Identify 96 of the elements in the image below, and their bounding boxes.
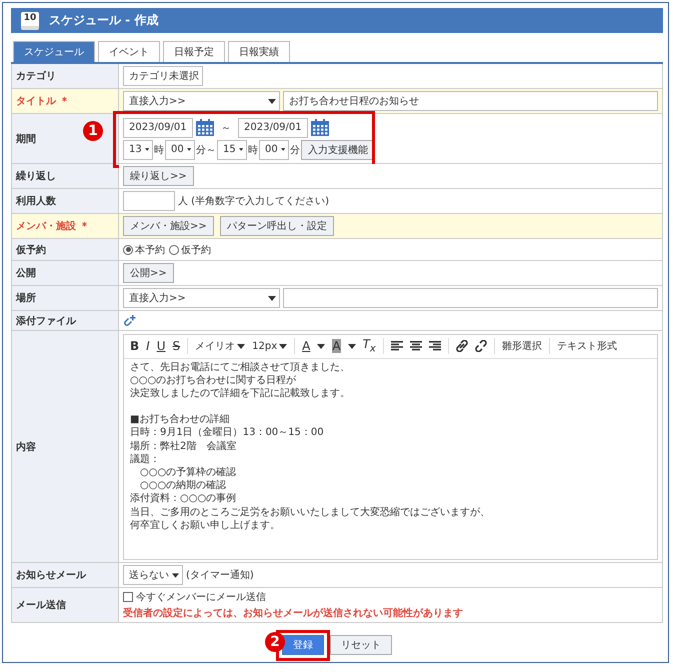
caret-icon xyxy=(237,344,246,348)
checkbox[interactable] xyxy=(123,592,133,602)
field-label: 仮予約 xyxy=(12,239,119,261)
unlink-icon[interactable] xyxy=(474,340,487,352)
radio-label: 仮予約 xyxy=(181,244,211,256)
action-button[interactable]: パターン呼出し・設定 xyxy=(220,216,334,236)
minute-select[interactable]: 00 xyxy=(165,140,195,160)
select-field[interactable]: 直接入力>> xyxy=(123,91,280,111)
unit-label: 時 xyxy=(248,144,258,156)
tab[interactable]: スケジュール xyxy=(13,41,95,62)
size-dropdown[interactable]: 12px xyxy=(252,340,288,352)
reset-button[interactable]: リセット xyxy=(330,635,392,655)
field-label: 添付ファイル xyxy=(12,311,119,331)
text-color-button[interactable]: A xyxy=(302,339,310,353)
number-field[interactable] xyxy=(123,191,175,211)
body-text-line: 当日、ご多用のところご足労をお願いいたしまして大変恐縮ではございますが、 xyxy=(130,506,491,519)
tab[interactable]: イベント xyxy=(98,41,160,62)
caret-icon xyxy=(279,344,288,348)
radio-button[interactable] xyxy=(123,244,133,254)
link-icon[interactable] xyxy=(456,340,468,352)
rich-text-editor[interactable] xyxy=(123,334,658,560)
font-dropdown[interactable]: メイリオ xyxy=(195,339,246,353)
hint-text: 人 (半角数字で入力してください) xyxy=(178,194,329,208)
unit-label: 時 xyxy=(154,144,164,156)
calendar-icon[interactable] xyxy=(196,119,214,136)
caret-icon xyxy=(317,344,326,348)
radio-label: 本予約 xyxy=(135,244,165,256)
bold-button[interactable]: B xyxy=(130,339,140,353)
body-text-line: ○○○のお打ち合わせに関する日程が xyxy=(130,374,298,387)
select-field[interactable]: カテゴリ未選択 xyxy=(123,66,203,86)
window-title: スケジュール - 作成 xyxy=(49,12,158,29)
body-text-line: 日時：9月1日（金曜日）13：00～15：00 xyxy=(130,426,325,440)
date-field[interactable]: 2023/09/01 xyxy=(238,118,308,138)
caret-icon xyxy=(186,147,191,152)
input-assist-button[interactable]: 入力支援機能 xyxy=(301,140,375,160)
action-button[interactable]: 公開>> xyxy=(123,263,174,283)
text-format-button[interactable]: テキスト形式 xyxy=(556,339,617,353)
background-color-button[interactable]: A xyxy=(332,339,341,353)
body-text-line: 何卒宜しくお願い申し上げます。 xyxy=(130,518,281,532)
radio-button[interactable] xyxy=(169,244,179,254)
tab[interactable]: 日報実績 xyxy=(228,41,290,62)
field-label: 公開 xyxy=(12,261,119,286)
field-label: 利用人数 xyxy=(12,189,119,214)
body-text-line: さて、先日お電話にてご相談させて頂きました、 xyxy=(130,360,351,374)
body-text-line: 議題： xyxy=(130,452,161,466)
field-label: 繰り返し xyxy=(12,164,119,189)
field-label: カテゴリ xyxy=(12,64,119,89)
note-text: (タイマー通知) xyxy=(186,568,254,582)
caret-icon xyxy=(280,147,285,152)
range-separator: ～ xyxy=(221,122,231,134)
body-text-line: ○○○の納期の確認 xyxy=(139,479,228,492)
caret-icon xyxy=(238,147,243,152)
hour-select[interactable]: 15 xyxy=(217,140,247,160)
text-field[interactable] xyxy=(283,288,658,308)
calendar-icon[interactable] xyxy=(311,119,329,136)
body-text-line: 決定致しましたので詳細を下記に記載致します。 xyxy=(130,386,351,400)
align-center-icon[interactable] xyxy=(410,341,422,351)
caret-icon xyxy=(144,147,149,152)
caret-icon xyxy=(172,572,179,578)
tab[interactable]: 日報予定 xyxy=(163,41,225,62)
field-label: メール送信 xyxy=(12,588,119,623)
body-text-line: 添付資料：○○○の事例 xyxy=(130,492,238,506)
warning-text: 受信者の設定によっては、お知らせメールが送信されない可能性があります xyxy=(123,606,464,620)
step-badge: 2 xyxy=(265,632,285,652)
hour-select[interactable]: 13 xyxy=(123,140,153,160)
unit-label: 分 xyxy=(290,144,300,156)
italic-button[interactable]: I xyxy=(146,339,150,353)
action-button[interactable]: 繰り返し>> xyxy=(123,166,194,186)
align-left-icon[interactable] xyxy=(390,341,403,351)
checkbox-label: 今すぐメンバーにメール送信 xyxy=(136,591,266,604)
minute-select[interactable]: 00 xyxy=(259,140,289,160)
field-label: タイトル ＊ xyxy=(12,89,119,114)
body-text-line: 場所：弊社2階 会議室 xyxy=(130,440,238,453)
action-button[interactable]: メンバ・施設>> xyxy=(123,216,214,236)
template-button[interactable]: 雛形選択 xyxy=(502,339,542,353)
field-label: メンバ・施設 ＊ xyxy=(12,214,119,239)
align-right-icon[interactable] xyxy=(428,341,441,351)
unit-label: 分～ xyxy=(196,144,216,156)
text-field[interactable]: お打ち合わせ日程のお知らせ xyxy=(283,91,658,111)
caret-icon xyxy=(268,98,276,104)
caret-icon xyxy=(268,296,276,300)
body-text-line: ○○○の予算枠の確認 xyxy=(139,466,238,480)
underline-button[interactable]: U xyxy=(156,339,166,353)
body-text-line: ■お打ち合わせの詳細 xyxy=(130,413,230,426)
select-field[interactable]: 直接入力>> xyxy=(123,288,280,308)
caret-icon xyxy=(348,344,356,348)
attach-file-icon[interactable] xyxy=(123,314,136,327)
clear-format-button[interactable]: T$_{x}$ xyxy=(362,337,376,355)
date-field[interactable]: 2023/09/01 xyxy=(123,118,193,138)
field-label: 内容 xyxy=(12,331,119,563)
register-button[interactable]: 登録 xyxy=(282,635,324,655)
calendar-logo: 10 xyxy=(21,12,39,30)
field-label: 場所 xyxy=(12,286,119,311)
strikethrough-button[interactable]: S xyxy=(172,339,180,353)
select-field[interactable]: 送らない xyxy=(123,565,183,585)
field-label: お知らせメール xyxy=(12,563,119,588)
